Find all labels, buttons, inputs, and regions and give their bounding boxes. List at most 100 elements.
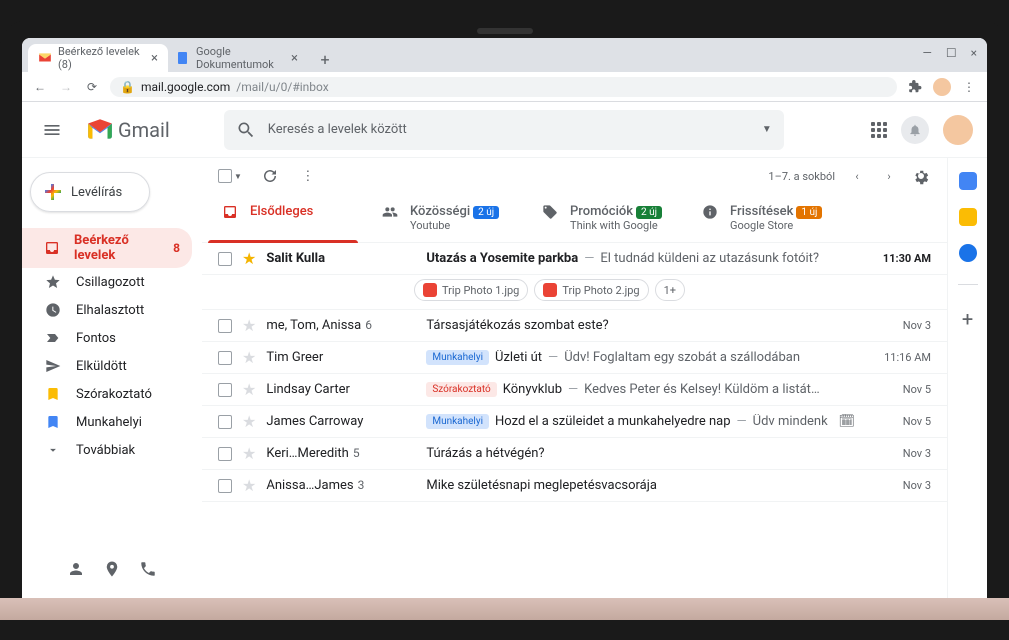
- sidebar-item-tag-yellow[interactable]: Szórakoztató: [22, 380, 192, 408]
- nav-forward-icon[interactable]: →: [58, 79, 74, 95]
- sidebar-item-chev[interactable]: Továbbiak: [22, 436, 192, 464]
- lock-icon: 🔒: [120, 80, 135, 94]
- browser-tab-active[interactable]: Beérkező levelek (8) ×: [28, 44, 168, 72]
- calendar-icon[interactable]: [959, 172, 977, 190]
- gmail-logo[interactable]: Gmail: [86, 118, 170, 142]
- label-chip[interactable]: Munkahelyi: [426, 414, 489, 429]
- search-options-icon[interactable]: ▼: [762, 124, 772, 135]
- mail-subject: Túrázás a hétvégén?: [426, 446, 857, 461]
- sidebar-item-label: Csillagozott: [76, 275, 145, 290]
- mail-date: Nov 5: [867, 383, 931, 396]
- person-icon[interactable]: [67, 560, 85, 578]
- mail-row[interactable]: ★ Anissa…James3 Mike születésnapi meglep…: [202, 470, 947, 502]
- star-icon[interactable]: ★: [242, 249, 256, 268]
- mail-checkbox[interactable]: [218, 479, 232, 493]
- tasks-icon[interactable]: [959, 244, 977, 262]
- nav-reload-icon[interactable]: ⟳: [84, 79, 100, 95]
- sidebar-item-clock[interactable]: Elhalasztott: [22, 296, 192, 324]
- category-tab-promóciók[interactable]: Promóciók 2 új Think with Google: [528, 194, 688, 242]
- plus-icon: [45, 184, 61, 200]
- nav-back-icon[interactable]: ←: [32, 79, 48, 95]
- category-tab-közösségi[interactable]: Közösségi 2 új Youtube: [368, 194, 528, 242]
- star-icon[interactable]: ★: [242, 348, 256, 367]
- search-icon: [236, 120, 256, 140]
- mail-row[interactable]: ★ me, Tom, Anissa6 Társasjátékozás szomb…: [202, 310, 947, 342]
- star-icon: [44, 273, 62, 291]
- category-tab-elsődleges[interactable]: Elsődleges: [208, 194, 368, 242]
- mail-sender: Lindsay Carter: [266, 382, 416, 397]
- extensions-icon[interactable]: [907, 79, 923, 95]
- sidebar-item-star[interactable]: Csillagozott: [22, 268, 192, 296]
- mail-row[interactable]: ★ Tim Greer Munkahelyi Üzleti út —Üdv! F…: [202, 342, 947, 374]
- more-icon[interactable]: ⋮: [298, 166, 318, 186]
- tag-icon: [542, 204, 558, 220]
- star-icon[interactable]: ★: [242, 476, 256, 495]
- gmail-favicon: [38, 51, 52, 65]
- prev-page-icon[interactable]: ‹: [847, 166, 867, 186]
- profile-avatar-small[interactable]: [933, 78, 951, 96]
- calendar-event-icon: 🗓: [838, 414, 855, 429]
- star-icon[interactable]: ★: [242, 444, 256, 463]
- mail-row[interactable]: ★ Lindsay Carter Szórakoztató Könyvklub …: [202, 374, 947, 406]
- category-title: Elsődleges: [250, 204, 313, 219]
- new-tab-button[interactable]: +: [314, 48, 336, 70]
- mail-checkbox[interactable]: [218, 351, 232, 365]
- compose-button[interactable]: Levélírás: [30, 172, 150, 212]
- sidebar-item-important[interactable]: Fontos: [22, 324, 192, 352]
- star-icon[interactable]: ★: [242, 380, 256, 399]
- mail-attachments: Trip Photo 1.jpg Trip Photo 2.jpg 1+: [202, 275, 947, 310]
- mail-sender: Anissa…James3: [266, 478, 416, 493]
- tab-close-icon[interactable]: ×: [151, 51, 158, 66]
- label-chip[interactable]: Szórakoztató: [426, 382, 496, 397]
- search-input[interactable]: Keresés a levelek között ▼: [224, 110, 784, 150]
- browser-tab-inactive[interactable]: Google Dokumentumok ×: [168, 44, 308, 72]
- star-icon[interactable]: ★: [242, 316, 256, 335]
- mail-checkbox[interactable]: [218, 252, 232, 266]
- mail-sender: Tim Greer: [266, 350, 416, 365]
- gmail-app: Gmail Keresés a levelek között ▼ Levélír…: [22, 102, 987, 598]
- mail-sender: Keri…Meredith5: [266, 446, 416, 461]
- label-chip[interactable]: Munkahelyi: [426, 350, 489, 365]
- settings-gear-icon[interactable]: [911, 166, 931, 186]
- window-maximize-icon[interactable]: ☐: [946, 46, 957, 60]
- next-page-icon[interactable]: ›: [879, 166, 899, 186]
- mail-checkbox[interactable]: [218, 415, 232, 429]
- url-path: /mail/u/0/#inbox: [236, 80, 328, 94]
- attachment-chip[interactable]: Trip Photo 2.jpg: [534, 279, 648, 301]
- category-subtitle: Think with Google: [570, 219, 662, 232]
- select-all-checkbox[interactable]: ▼: [218, 169, 242, 183]
- apps-grid-icon[interactable]: [871, 122, 887, 138]
- mail-checkbox[interactable]: [218, 383, 232, 397]
- mail-row[interactable]: ★ Salit Kulla Utazás a Yosemite parkba —…: [202, 243, 947, 275]
- addons-plus-icon[interactable]: +: [962, 307, 973, 331]
- attachment-chip[interactable]: Trip Photo 1.jpg: [414, 279, 528, 301]
- mail-checkbox[interactable]: [218, 319, 232, 333]
- inbox-icon: [44, 239, 60, 257]
- category-tab-frissítések[interactable]: Frissítések 1 új Google Store: [688, 194, 848, 242]
- mail-row[interactable]: ★ Keri…Meredith5 Túrázás a hétvégén? Nov…: [202, 438, 947, 470]
- url-input[interactable]: 🔒 mail.google.com/mail/u/0/#inbox: [110, 77, 897, 97]
- mail-row[interactable]: ★ James Carroway Munkahelyi Hozd el a sz…: [202, 406, 947, 438]
- sidebar-item-tag-blue[interactable]: Munkahelyi: [22, 408, 192, 436]
- window-minimize-icon[interactable]: —: [922, 46, 931, 60]
- sidebar-item-sent[interactable]: Elküldött: [22, 352, 192, 380]
- keep-icon[interactable]: [959, 208, 977, 226]
- account-avatar[interactable]: [943, 115, 973, 145]
- tab-close-icon[interactable]: ×: [291, 51, 298, 66]
- category-badge: 1 új: [796, 206, 822, 219]
- notifications-icon[interactable]: [901, 116, 929, 144]
- menu-icon[interactable]: [32, 110, 72, 150]
- mail-subject: Társasjátékozás szombat este?: [426, 318, 857, 333]
- star-icon[interactable]: ★: [242, 412, 256, 431]
- attachment-chip[interactable]: 1+: [655, 279, 685, 301]
- mail-subject: Mike születésnapi meglepetésvacsorája: [426, 478, 857, 493]
- phone-icon[interactable]: [139, 560, 157, 578]
- sidebar-item-inbox[interactable]: Beérkező levelek 8: [22, 228, 192, 268]
- window-close-icon[interactable]: ×: [971, 46, 977, 60]
- kebab-icon[interactable]: ⋮: [961, 79, 977, 95]
- refresh-icon[interactable]: [260, 166, 280, 186]
- mail-date: Nov 5: [867, 415, 931, 428]
- location-icon[interactable]: [103, 560, 121, 578]
- mail-checkbox[interactable]: [218, 447, 232, 461]
- url-host: mail.google.com: [141, 80, 230, 94]
